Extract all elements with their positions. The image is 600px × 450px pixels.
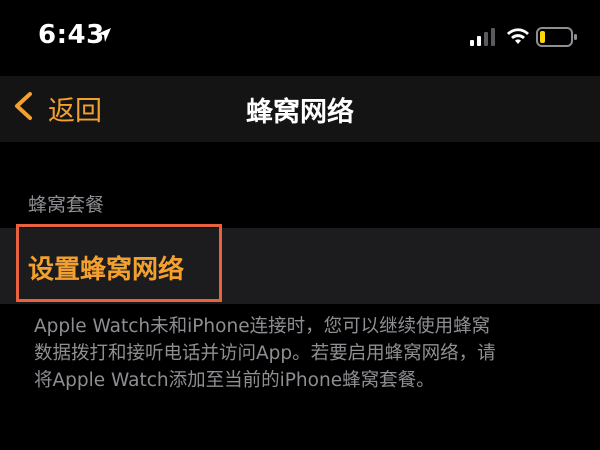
status-bar: 6:43 [0,0,600,76]
section-header: 蜂窝套餐 [28,194,105,216]
setup-cellular-row[interactable]: 设置蜂窝网络 [0,228,600,304]
location-arrow-icon [96,27,112,47]
footer-line: 数据拨打和接听电话并访问App。若要启用蜂窝网络，请 [34,343,496,364]
status-time: 6:43 [38,20,105,50]
wifi-icon [506,26,530,50]
footer-line: Apple Watch未和iPhone连接时，您可以继续使用蜂窝 [34,316,491,337]
page-title: 蜂窝网络 [246,97,354,128]
footer-description: Apple Watch未和iPhone连接时，您可以继续使用蜂窝 数据拨打和接听… [34,313,574,394]
battery-low-icon [536,27,578,51]
footer-line: 将Apple Watch添加至当前的iPhone蜂窝套餐。 [34,370,435,391]
cellular-signal-icon [470,28,496,50]
setup-cellular-label: 设置蜂窝网络 [28,255,185,285]
nav-bar: 返回 蜂窝网络 [0,76,600,142]
